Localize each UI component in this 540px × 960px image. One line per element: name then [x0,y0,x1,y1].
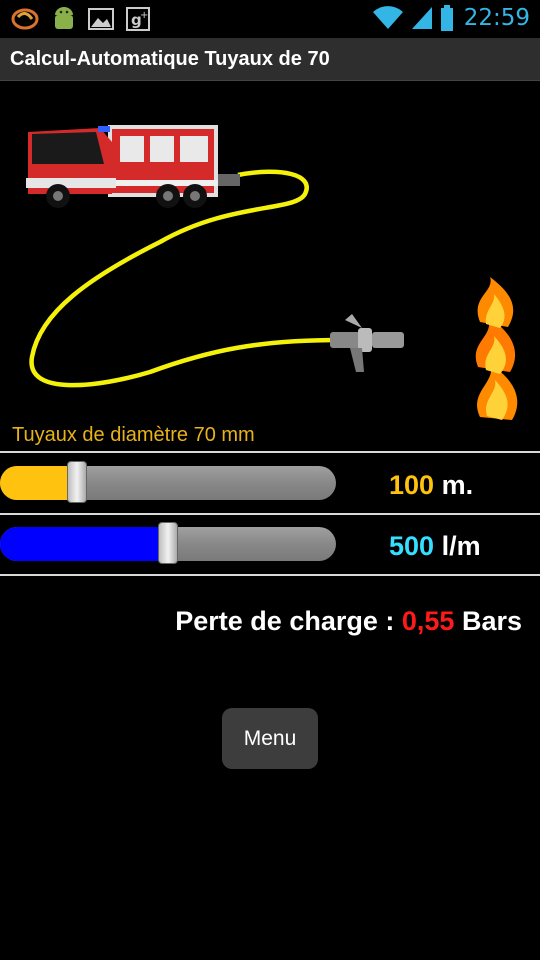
flow-slider-thumb[interactable] [158,522,178,564]
app-title: Calcul-Automatique Tuyaux de 70 [10,48,330,70]
menu-button[interactable]: Menu [222,708,318,769]
length-readout: 100 m. [389,470,473,501]
status-bar: g + 22:59 [0,0,540,38]
flow-value: 500 [389,531,435,561]
flow-slider[interactable] [0,522,338,564]
hose-illustration [26,125,518,420]
nozzle-image [330,314,404,372]
signal-icon [411,7,432,29]
length-slider-fill [0,466,77,500]
divider [0,513,540,515]
fire-image [475,277,518,420]
result-value: 0,55 [401,606,455,636]
divider [0,574,540,576]
fire-truck-image [26,125,240,208]
system-icons: 22:59 [372,4,530,32]
diameter-label: Tuyaux de diamètre 70 mm [12,424,255,446]
pressure-loss-result: Perte de charge : 0,55 Bars [175,606,522,637]
notification-icons: g + [10,5,150,33]
flow-unit: l/m [441,531,481,561]
google-plus-icon: g + [126,7,150,31]
wifi-icon [372,6,403,29]
length-unit: m. [441,470,474,500]
length-value: 100 [389,470,435,500]
length-slider[interactable] [0,461,338,503]
app-title-bar: Calcul-Automatique Tuyaux de 70 [0,38,540,81]
clock: 22:59 [463,5,530,31]
gallery-icon [88,8,114,30]
hose-image [29,169,341,388]
result-unit: Bars [461,606,522,636]
length-slider-thumb[interactable] [67,461,87,503]
flow-slider-fill [0,527,168,561]
sync-icon [11,8,39,30]
divider [0,451,540,453]
svg-text:+: + [140,10,148,21]
battery-icon [440,5,453,31]
result-label: Perte de charge : [175,606,395,636]
android-icon [55,7,73,29]
flow-readout: 500 l/m [389,531,481,562]
